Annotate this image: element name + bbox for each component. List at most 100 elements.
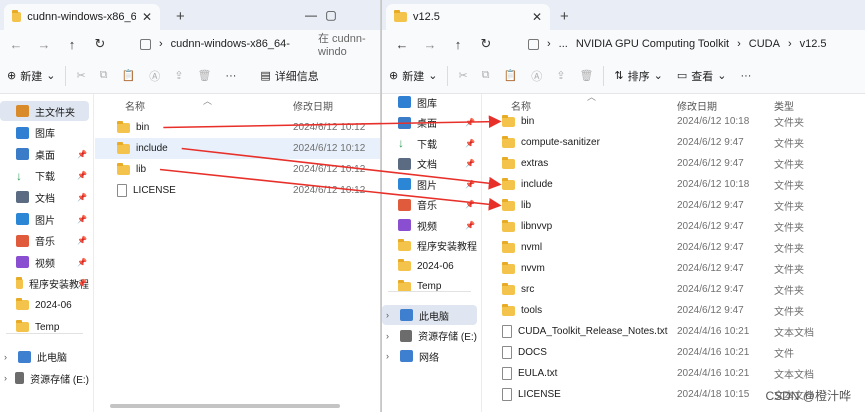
sidebar-item-label: 桌面 [417, 119, 437, 130]
file-row[interactable]: tools 2024/6/12 9:47 文件夹 [487, 300, 865, 321]
file-row[interactable]: compute-sanitizer 2024/6/12 9:47 文件夹 [487, 132, 865, 153]
right-tab[interactable]: v12.5 ✕ [386, 4, 550, 30]
back-icon[interactable]: ← [2, 37, 30, 52]
sort-button[interactable]: ⇅ 排序 ⌄ [607, 68, 669, 84]
sidebar-item[interactable]: › 网络 [382, 346, 477, 366]
chevron-right-icon[interactable]: › [4, 373, 9, 383]
chevron-right-icon[interactable]: › [386, 351, 394, 361]
sidebar-item[interactable]: 文档 📌 [0, 187, 89, 207]
column-header-modified[interactable]: 修改日期 [293, 98, 333, 118]
details-button[interactable]: ▤ 详细信息 [253, 68, 325, 84]
file-row[interactable]: libnvvp 2024/6/12 9:47 文件夹 [487, 216, 865, 237]
sidebar-item[interactable]: ↓ 下载 📌 [382, 133, 477, 153]
file-type: 文件夹 [774, 265, 804, 276]
sidebar-item[interactable]: 程序安装教程 📌 [0, 274, 89, 294]
up-icon[interactable]: ↑ [58, 37, 86, 52]
file-row[interactable]: bin 2024/6/12 10:12 [95, 117, 380, 138]
sidebar-item[interactable]: › 资源存储 (E:) [0, 368, 89, 388]
sidebar-item[interactable]: 文档 📌 [382, 154, 477, 174]
paste-icon[interactable]: 📋 [497, 69, 525, 82]
cut-icon[interactable]: ✂ [451, 69, 474, 82]
address-crumb[interactable]: cudnn-windows-x86_64- [171, 38, 290, 50]
sidebar-item[interactable]: 程序安装教程 [382, 236, 477, 256]
forward-icon[interactable]: → [30, 37, 58, 52]
left-search-box[interactable]: 在 cudnn-windo [318, 33, 380, 58]
sidebar-item[interactable]: 图片 📌 [382, 174, 477, 194]
sidebar-item[interactable]: › 资源存储 (E:) [382, 326, 477, 346]
sidebar-item[interactable]: 视频 📌 [382, 215, 477, 235]
paste-icon[interactable]: 📋 [115, 69, 143, 82]
sidebar-item[interactable]: › 此电脑 [382, 305, 477, 325]
back-icon[interactable]: ← [388, 37, 416, 52]
maximize-icon[interactable]: ▢ [312, 0, 350, 30]
address-crumb-2[interactable]: CUDA [749, 38, 780, 50]
copy-icon[interactable]: ⧉ [93, 69, 115, 82]
chevron-right-icon[interactable]: › [386, 310, 394, 320]
file-row[interactable]: src 2024/6/12 9:47 文件夹 [487, 279, 865, 300]
close-tab-icon[interactable]: ✕ [532, 10, 542, 24]
up-icon[interactable]: ↑ [444, 37, 472, 52]
file-row[interactable]: LICENSE 2024/6/12 10:12 [95, 180, 380, 201]
view-button[interactable]: ▭ 查看 ⌄ [670, 68, 734, 84]
close-tab-icon[interactable]: ✕ [142, 10, 152, 24]
address-overflow[interactable]: ... [559, 38, 568, 50]
new-button[interactable]: ⊕ 新建 ⌄ [0, 68, 62, 84]
sidebar-item[interactable]: › 此电脑 [0, 347, 89, 367]
new-tab-icon[interactable]: + [176, 8, 185, 25]
file-row[interactable]: CUDA_Toolkit_Release_Notes.txt 2024/4/16 … [487, 321, 865, 342]
cut-icon[interactable]: ✂ [69, 69, 92, 82]
desktop-icon [398, 116, 411, 129]
sidebar-item[interactable]: 音乐 📌 [382, 195, 477, 215]
new-tab-icon[interactable]: + [560, 8, 569, 25]
file-name-cell: DOCS [502, 346, 547, 359]
chevron-right-icon[interactable]: › [386, 331, 394, 341]
sidebar-item[interactable]: 桌面 📌 [382, 113, 477, 133]
refresh-icon[interactable]: ↻ [86, 36, 114, 52]
file-row[interactable]: extras 2024/6/12 9:47 文件夹 [487, 153, 865, 174]
delete-icon[interactable]: 🗑 [190, 69, 218, 82]
sidebar-item[interactable]: ↓ 下载 📌 [0, 166, 89, 186]
column-header-name[interactable]: 名称 [125, 98, 145, 118]
forward-icon[interactable]: → [416, 37, 444, 52]
share-icon[interactable]: ⇪ [549, 69, 572, 82]
sidebar-item[interactable]: 主文件夹 [0, 101, 89, 121]
file-row[interactable]: include 2024/6/12 10:18 文件夹 [487, 174, 865, 195]
more-options-icon[interactable]: ··· [218, 70, 243, 82]
horizontal-scrollbar[interactable] [110, 404, 340, 408]
file-row[interactable]: include 2024/6/12 10:12 [95, 138, 380, 159]
chevron-right-icon[interactable]: › [4, 352, 12, 362]
file-row[interactable]: lib 2024/6/12 10:12 [95, 159, 380, 180]
file-name-cell: include [502, 177, 553, 190]
sidebar-item[interactable]: 视频 📌 [0, 252, 89, 272]
copy-icon[interactable]: ⧉ [475, 69, 497, 82]
left-tab[interactable]: cudnn-windows-x86_64-9.2.0... ✕ [4, 4, 160, 30]
file-row[interactable]: nvvm 2024/6/12 9:47 文件夹 [487, 258, 865, 279]
address-crumb-3[interactable]: v12.5 [800, 38, 827, 50]
sidebar-item-label: 资源存储 (E:) [30, 374, 89, 386]
rename-icon[interactable]: Ⓐ [142, 68, 167, 84]
sidebar-item[interactable]: 图片 📌 [0, 209, 89, 229]
address-crumb-1[interactable]: NVIDIA GPU Computing Toolkit [576, 38, 729, 50]
new-button[interactable]: ⊕ 新建 ⌄ [382, 68, 444, 84]
sidebar-item[interactable]: 2024-06 [0, 295, 89, 315]
file-row[interactable]: bin 2024/6/12 10:18 文件夹 [487, 111, 865, 132]
right-address-bar[interactable]: › ... NVIDIA GPU Computing Toolkit › CUD… [528, 33, 827, 55]
sidebar-item[interactable]: 图库 [382, 92, 477, 112]
delete-icon[interactable]: 🗑 [572, 69, 600, 82]
sidebar-item[interactable]: 2024-06 [382, 256, 477, 276]
folder-icon [502, 261, 515, 274]
file-row[interactable]: nvml 2024/6/12 9:47 文件夹 [487, 237, 865, 258]
sidebar-item[interactable]: 音乐 📌 [0, 231, 89, 251]
more-options-icon[interactable]: ··· [733, 70, 758, 82]
sidebar-item[interactable]: Temp [0, 317, 89, 337]
share-icon[interactable]: ⇪ [167, 69, 190, 82]
file-row[interactable]: EULA.txt 2024/4/16 10:21 文本文档 [487, 363, 865, 384]
sidebar-item[interactable]: Temp [382, 277, 477, 297]
rename-icon[interactable]: Ⓐ [524, 68, 549, 84]
left-address-bar[interactable]: › cudnn-windows-x86_64- [140, 33, 290, 55]
refresh-icon[interactable]: ↻ [472, 36, 500, 52]
sidebar-item[interactable]: 图库 [0, 123, 89, 143]
file-row[interactable]: DOCS 2024/4/16 10:21 文件 [487, 342, 865, 363]
sidebar-item[interactable]: 桌面 📌 [0, 144, 89, 164]
file-row[interactable]: lib 2024/6/12 9:47 文件夹 [487, 195, 865, 216]
